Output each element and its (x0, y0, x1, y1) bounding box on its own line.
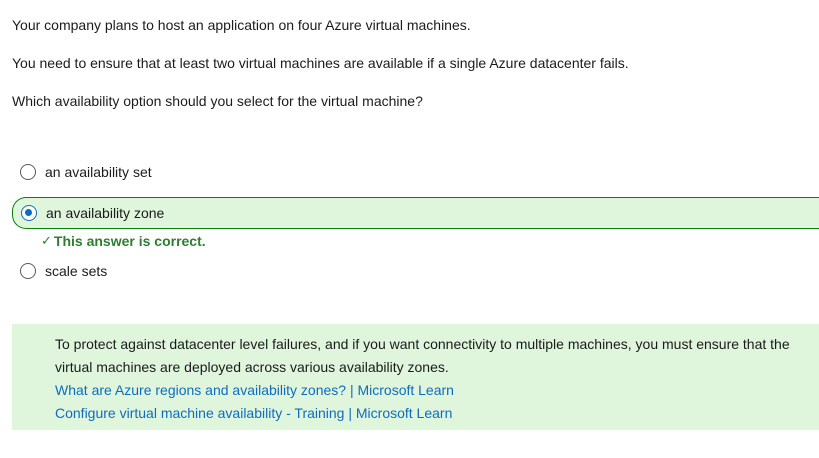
link-azure-regions[interactable]: What are Azure regions and availability … (55, 379, 800, 402)
explanation-text: To protect against datacenter level fail… (55, 336, 790, 375)
option-scale-sets[interactable]: scale sets (12, 256, 107, 286)
option-label: scale sets (45, 263, 108, 279)
option-availability-zone[interactable]: an availability zone (12, 197, 819, 229)
question-line-1: Your company plans to host an applicatio… (12, 17, 471, 33)
option-label: an availability zone (46, 205, 165, 221)
feedback-text: This answer is correct. (53, 233, 206, 249)
radio-button[interactable] (20, 164, 36, 180)
explanation-panel: To protect against datacenter level fail… (12, 324, 819, 430)
radio-button-selected[interactable] (21, 205, 37, 221)
quiz-page: Your company plans to host an applicatio… (0, 0, 819, 458)
question-line-2: You need to ensure that at least two vir… (12, 55, 629, 71)
option-label: an availability set (45, 164, 152, 180)
option-availability-set[interactable]: an availability set (12, 157, 152, 187)
question-prompt: Which availability option should you sel… (12, 93, 423, 109)
answer-feedback: ✓ This answer is correct. (41, 233, 206, 249)
link-vm-availability-training[interactable]: Configure virtual machine availability -… (55, 402, 800, 425)
radio-button[interactable] (20, 263, 36, 279)
checkmark-icon: ✓ (41, 233, 52, 248)
